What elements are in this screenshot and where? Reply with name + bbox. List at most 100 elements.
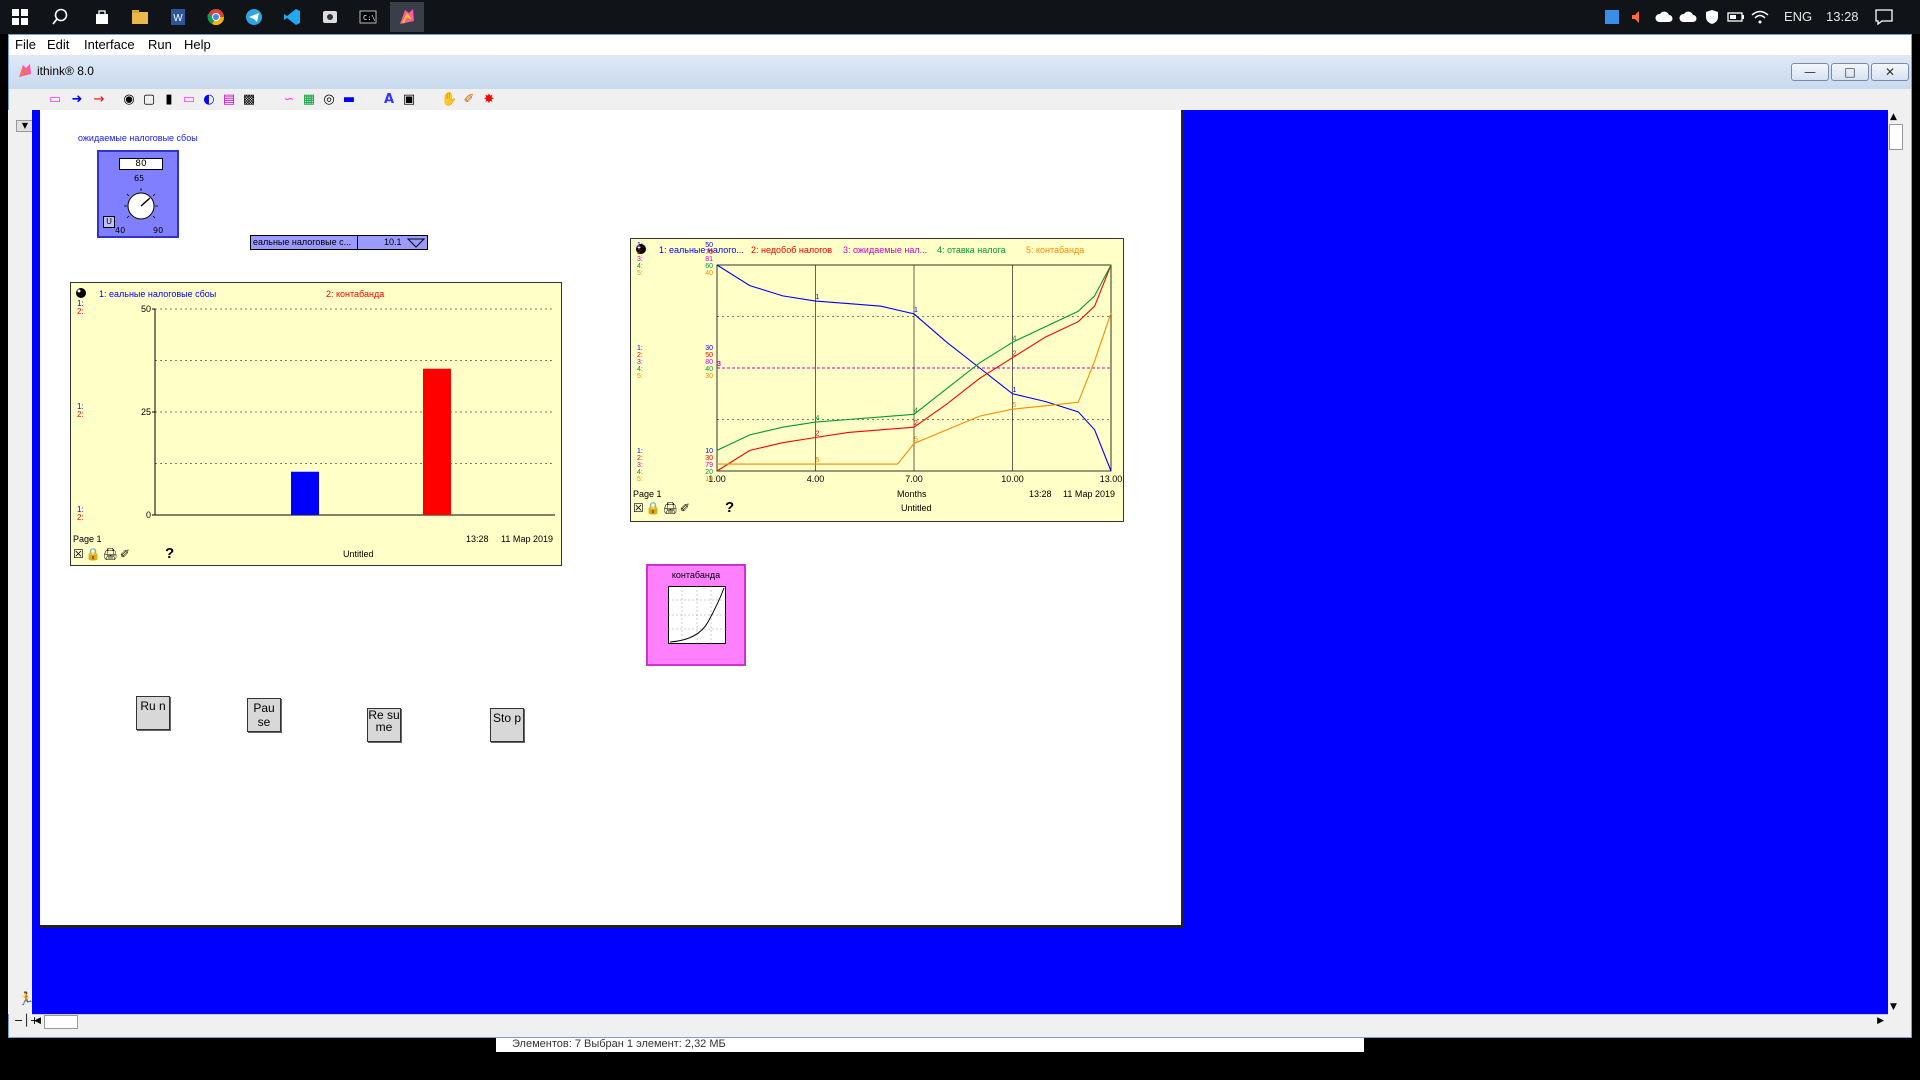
maximize-button[interactable]: □ [1831,63,1869,81]
list-tool-icon[interactable]: ▤ [221,92,237,108]
menu-interface[interactable]: Interface [84,37,135,52]
battery-icon[interactable] [1724,5,1748,29]
graphical-function-input[interactable]: контабанда [646,564,746,666]
close-button[interactable]: ✕ [1871,63,1909,81]
line-y-tick-label: 50 [705,352,713,359]
bar-graph-panel[interactable]: 1: еальные налоговые сбоы 2: контабанда … [70,282,562,566]
bar-time: 13:28 [466,534,489,544]
ithink-taskbar-icon[interactable] [390,2,424,32]
connector-tool-icon[interactable]: → [91,92,107,108]
volume-muted-icon[interactable] [1626,5,1650,29]
paintbrush-tool-icon[interactable]: ✐ [461,92,477,108]
pause-button[interactable]: Pau se [247,698,281,732]
terminal-icon[interactable]: C:\ [356,5,380,29]
cloud-sync-icon[interactable] [1676,5,1700,29]
knob-unit-button[interactable]: U [103,216,115,228]
line-y-tick-label: 80 [705,359,713,366]
minimize-button[interactable]: — [1791,63,1829,81]
line-x-tick-label: 13.00 [1100,474,1123,484]
line-axis-series-label: 2: [637,249,643,256]
menu-run[interactable]: Run [148,37,172,52]
flow-tool-icon[interactable]: ➜ [69,92,85,108]
cloud-icon[interactable] [1652,5,1676,29]
clock[interactable]: 13:28 [1826,9,1859,24]
line-time: 13:28 [1029,489,1052,499]
horizontal-scroll-thumb[interactable] [44,1015,78,1029]
chrome-icon[interactable] [204,5,228,29]
bar-graph-tools-icon[interactable]: ☒🔒🖨✐ [73,547,132,561]
hand-tool-icon[interactable]: ✋ [441,92,457,108]
vertical-scrollbar[interactable]: ▲ ▼ [1888,110,1904,1014]
dropdown-label: еальные налоговые с... [253,237,352,247]
line-y-tick-label: 60 [705,263,713,270]
table-tool-icon[interactable]: ▦ [301,92,317,108]
bar-y-tick-label: 0 [146,510,151,520]
line-page-label: Page 1 [633,489,662,499]
vertical-scroll-thumb[interactable] [1889,124,1903,150]
windows-start-icon[interactable] [8,5,32,29]
telegram-icon[interactable] [242,5,266,29]
app-icon[interactable] [318,5,342,29]
slider-tool-icon[interactable]: ◐ [201,92,217,108]
file-explorer-icon[interactable] [128,5,152,29]
line-axis-series-label: 3: [637,462,643,469]
knob-tool-icon[interactable]: ◉ [121,92,137,108]
bar-chart-plot: 501:2:251:2:01:2: [77,299,555,522]
language-indicator[interactable]: ENG [1784,9,1812,24]
knob-dial-icon[interactable] [119,182,163,226]
switch-tool-icon[interactable]: ▮ [161,92,177,108]
line-x-label: Months [897,489,927,499]
line-axis-series-label: 1: [637,448,643,455]
line-axis-series-label: 3: [637,256,643,263]
list-input-dropdown[interactable]: еальные налоговые с... 10.1 [250,235,428,250]
vscode-icon[interactable] [280,5,304,29]
scroll-right-icon[interactable]: ▶ [1877,1016,1884,1026]
knob-min-tick: 40 [115,226,126,235]
line-series-marker: 5 [816,457,820,464]
line-series-marker: 2 [1013,351,1017,358]
line-y-tick-label: 30 [705,373,713,380]
store-icon[interactable] [90,5,114,29]
bar-2 [423,368,451,515]
tray-app-icon[interactable] [1600,5,1624,29]
dynamite-tool-icon[interactable]: ✸ [481,92,497,108]
menu-help[interactable]: Help [184,37,211,52]
line-graph-tools-icon[interactable]: ☒🔒🖨✐ [633,501,692,515]
text-tool-icon[interactable]: A [381,92,397,108]
picture-tool-icon[interactable]: ▣ [401,92,417,108]
line-graph-panel[interactable]: 1: еальные налого... 2: недобоб налогов … [630,238,1124,522]
search-icon[interactable] [48,5,72,29]
graph-curve-icon [668,586,726,644]
menu-edit[interactable]: Edit [47,37,69,52]
stop-button[interactable]: Sto p [490,708,524,742]
horizontal-scrollbar[interactable]: ◀ ▶ [32,1014,1888,1030]
line-series-marker: 2 [914,420,918,427]
stock-tool-icon[interactable]: ▭ [47,92,63,108]
knob-control[interactable]: 80 65 U 40 90 [97,150,179,238]
line-help-icon[interactable]: ? [725,499,734,516]
button-tool-icon[interactable]: ▢ [141,92,157,108]
shield-icon[interactable] [1700,5,1724,29]
word-icon[interactable]: W [166,5,190,29]
bar-help-icon[interactable]: ? [165,545,174,562]
scroll-up-icon[interactable]: ▲ [1890,112,1897,122]
line-axis-series-label: 4: [637,263,643,270]
graph-pad-tool-icon[interactable]: ▭ [181,92,197,108]
line-y-tick-label: 30 [705,455,713,462]
io-tool-icon[interactable]: ▩ [241,92,257,108]
wifi-icon[interactable] [1748,5,1772,29]
scroll-down-icon[interactable]: ▼ [1890,1002,1897,1012]
menu-file[interactable]: File [15,37,36,52]
resume-button[interactable]: Re su me [367,708,401,742]
numeric-display-tool-icon[interactable]: ◎ [321,92,337,108]
line-y-tick-label: 30 [705,345,713,352]
graph-tool-icon[interactable]: ∽ [281,92,297,108]
line-series-marker: 4 [914,407,918,414]
warning-tool-icon[interactable]: ▬ [341,92,357,108]
taskbar: W C:\ ENG 13:28 [0,0,1920,34]
line-axis-series-label: 4: [637,469,643,476]
run-button[interactable]: Ru n [136,696,170,730]
zoom-controls-icon[interactable]: −│+ [14,1014,39,1028]
notifications-icon[interactable] [1872,5,1896,29]
chevron-down-icon[interactable] [407,238,425,248]
